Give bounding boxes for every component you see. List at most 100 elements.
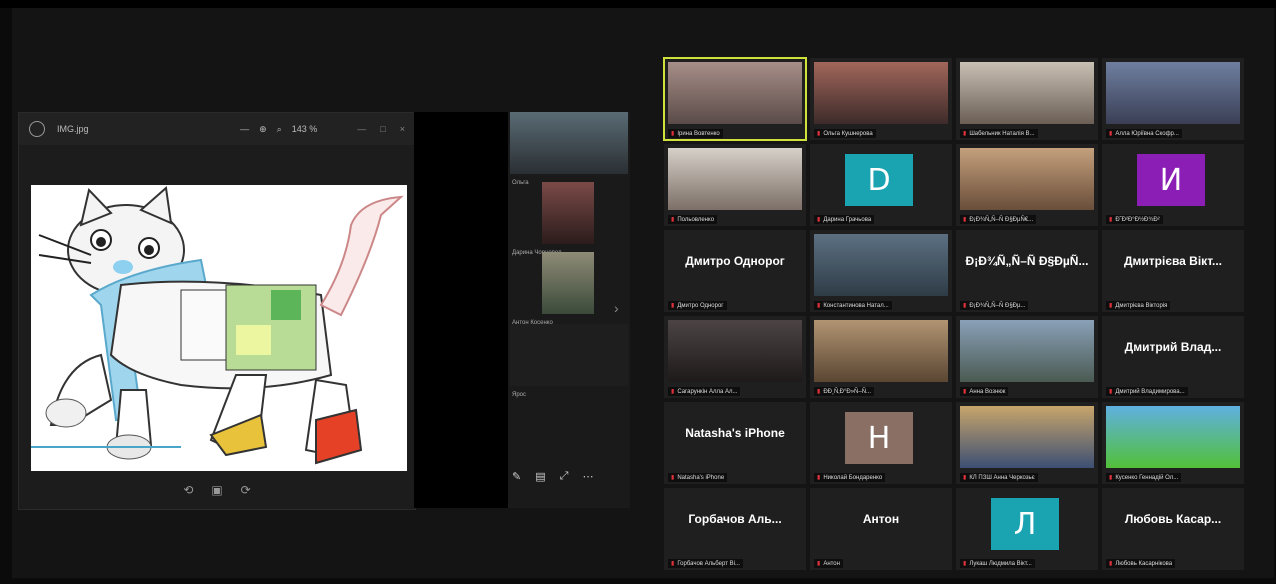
participant-name-label: ▮ Шабельник Наталія В... (960, 129, 1038, 138)
participant-name: Сагарункін Алла Ал... (677, 389, 738, 395)
thumbnail-label: Ярос (512, 392, 527, 398)
participant-name: Алла Юріївна Скофр... (1115, 131, 1179, 137)
participant-tile[interactable]: ▮ Константинова Натал... (810, 230, 952, 312)
participant-tile[interactable]: ▮ Ольга Кушнерова (810, 58, 952, 140)
crop-icon[interactable]: ▣ (211, 483, 222, 497)
participant-tile[interactable]: Антон ▮ Антон (810, 488, 952, 570)
zoom-out-icon[interactable]: — (240, 124, 249, 134)
participant-tile[interactable]: Любовь Касар... ▮ Любовь Касарнікова (1102, 488, 1244, 570)
viewer-title: IMG.jpg (57, 124, 89, 134)
participant-tile[interactable]: Дмитро Однорог ▮ Дмитро Однорог (664, 230, 806, 312)
participant-name: Кусенко Геннадій Ол... (1115, 475, 1179, 481)
participant-name-label: ▮ Ð˜Ð²Ð°Ð½Ð¾Ð² (1106, 215, 1163, 224)
participant-name-label: ▮ Константинова Натал... (814, 301, 892, 310)
participant-name-label: ▮ Дарина Грачьова (814, 215, 875, 224)
mic-muted-icon: ▮ (1109, 475, 1113, 481)
participant-tile[interactable]: ▮ Ірина Вовтенко (663, 57, 807, 141)
participant-name: Дмитрієва Вікторія (1115, 303, 1168, 309)
participant-video (814, 62, 948, 124)
thumbnail-tile[interactable]: Ольга (508, 112, 630, 186)
mic-muted-icon: ▮ (1109, 131, 1113, 137)
participant-tile[interactable]: ▮ Анна Вознюк (956, 316, 1098, 398)
mic-muted-icon: ▮ (963, 561, 967, 567)
participant-tile[interactable]: Горбачов Аль... ▮ Горбачов Альберт Ві... (664, 488, 806, 570)
viewer-footer: ⟲ ▣ ⟳ (19, 471, 415, 509)
minimize-icon[interactable]: — (357, 124, 366, 134)
participant-tile[interactable]: Natasha's iPhone ▮ Natasha's iPhone (664, 402, 806, 484)
participant-name-label: ▮ Николай Бондаренко (814, 473, 886, 482)
participant-video (510, 112, 628, 174)
participant-tile[interactable]: Л ▮ Лукаш Людмила Вікт... (956, 488, 1098, 570)
mic-muted-icon: ▮ (963, 217, 967, 223)
mic-muted-icon: ▮ (963, 389, 967, 395)
participant-tile[interactable]: ▮ Кусенко Геннадій Ол... (1102, 402, 1244, 484)
rotate-right-icon[interactable]: ⟳ (241, 483, 251, 497)
participant-name-label: ▮ КЛ ПЗШ Анна Черкозьє (960, 473, 1038, 482)
mic-muted-icon: ▮ (817, 561, 821, 567)
expand-icon[interactable]: ⤢ (560, 470, 569, 483)
mic-muted-icon: ▮ (671, 389, 675, 395)
participant-video (668, 148, 802, 210)
mic-muted-icon: ▮ (817, 389, 821, 395)
participant-name-label: ▮ Сагарункін Алла Ал... (668, 387, 741, 396)
participant-name-label: ▮ Антон (814, 559, 843, 568)
zoom-level: 143 % (291, 124, 318, 134)
thumbnail-tile[interactable]: Антон Косенко (508, 252, 630, 326)
mic-muted-icon: ▮ (963, 475, 967, 481)
participant-tile[interactable]: Ð¡Ð¾Ñ„Ñ–Ñ Ð§ÐµÑ... ▮ Ð¡Ð¾Ñ„Ñ–Ñ Ð§Ðµ... (956, 230, 1098, 312)
participant-display-name: Горбачов Аль... (688, 512, 782, 526)
rotate-left-icon[interactable]: ⟲ (183, 483, 193, 497)
participant-video (1106, 62, 1240, 124)
mic-muted-icon: ▮ (671, 561, 675, 567)
participant-name-label: ▮ Дмитрієва Вікторія (1106, 301, 1171, 310)
participant-name-label: ▮ Анна Вознюк (960, 387, 1009, 396)
participant-tile[interactable]: ▮ Шабельник Наталія В... (956, 58, 1098, 140)
chevron-right-icon[interactable]: › (614, 300, 619, 316)
participant-tile[interactable]: И ▮ Ð˜Ð²Ð°Ð½Ð¾Ð² (1102, 144, 1244, 226)
mic-muted-icon: ▮ (671, 303, 675, 309)
participant-name: КЛ ПЗШ Анна Черкозьє (969, 475, 1035, 481)
participant-name: Дарина Грачьова (823, 217, 872, 223)
caption-icon[interactable]: ▤ (535, 470, 545, 483)
participant-name: Natasha's iPhone (677, 475, 725, 481)
close-icon[interactable]: × (400, 124, 405, 134)
participant-name: Любовь Касарнікова (1115, 561, 1173, 567)
more-icon[interactable]: ⋯ (582, 470, 593, 483)
participant-video (814, 320, 948, 382)
participant-tile[interactable]: Дмитрієва Вікт... ▮ Дмитрієва Вікторія (1102, 230, 1244, 312)
pen-icon[interactable]: ✎ (512, 470, 521, 483)
participant-name-label: ▮ Польовленко (668, 215, 718, 224)
participant-name-label: ▮ Ð¡Ð¾Ñ„Ñ–Ñ Ð§Ðµ... (960, 301, 1029, 310)
app-logo-icon (29, 121, 45, 137)
zoom-in-icon[interactable]: ⊕ (259, 124, 267, 135)
participant-display-name: Natasha's iPhone (685, 426, 785, 440)
participant-name-label: ▮ Любовь Касарнікова (1106, 559, 1176, 568)
cat-drawing-image (31, 185, 407, 471)
mic-muted-icon: ▮ (1109, 217, 1113, 223)
participant-tile[interactable]: ▮ Ð¡Ð¾Ñ„Ñ–Ñ Ð§ÐµÑ€... (956, 144, 1098, 226)
maximize-icon[interactable]: □ (380, 124, 385, 134)
participant-name-label: ▮ Ð¡Ð¾Ñ„Ñ–Ñ Ð§ÐµÑ€... (960, 215, 1037, 224)
participant-name-label: ▮ Дмитро Однорог (668, 301, 727, 310)
participant-video (814, 234, 948, 296)
participant-tile[interactable]: D ▮ Дарина Грачьова (810, 144, 952, 226)
thumbnail-tile[interactable]: Ярос (508, 324, 630, 398)
search-icon[interactable]: ⌕ (277, 124, 282, 135)
participant-tile[interactable]: ▮ Сагарункін Алла Ал... (664, 316, 806, 398)
mic-muted-icon: ▮ (1109, 561, 1113, 567)
speaker-video-area (414, 112, 508, 508)
thumbnail-tile[interactable]: Дарина Чорновол (508, 182, 630, 256)
participant-name: Антон (823, 561, 840, 567)
participant-avatar: И (1137, 154, 1205, 206)
participant-name: Ольга Кушнерова (823, 131, 873, 137)
participant-tile[interactable]: ▮ Алла Юріївна Скофр... (1102, 58, 1244, 140)
participant-tile[interactable]: Дмитрий Влад... ▮ Дмитрий Владимирова... (1102, 316, 1244, 398)
participant-gallery: ▮ Ірина Вовтенко ▮ Ольга Кушнерова ▮ Шабельни… (663, 57, 1252, 576)
participant-tile[interactable]: ▮ ÐÐ¸Ñ‚Ð°Ð»Ñ–Ñ... (810, 316, 952, 398)
participant-display-name: Антон (862, 512, 900, 526)
mic-muted-icon: ▮ (1109, 389, 1113, 395)
participant-name-label: ▮ Natasha's iPhone (668, 473, 728, 482)
participant-tile[interactable]: ▮ Польовленко (664, 144, 806, 226)
participant-tile[interactable]: Н ▮ Николай Бондаренко (810, 402, 952, 484)
participant-tile[interactable]: ▮ КЛ ПЗШ Анна Черкозьє (956, 402, 1098, 484)
